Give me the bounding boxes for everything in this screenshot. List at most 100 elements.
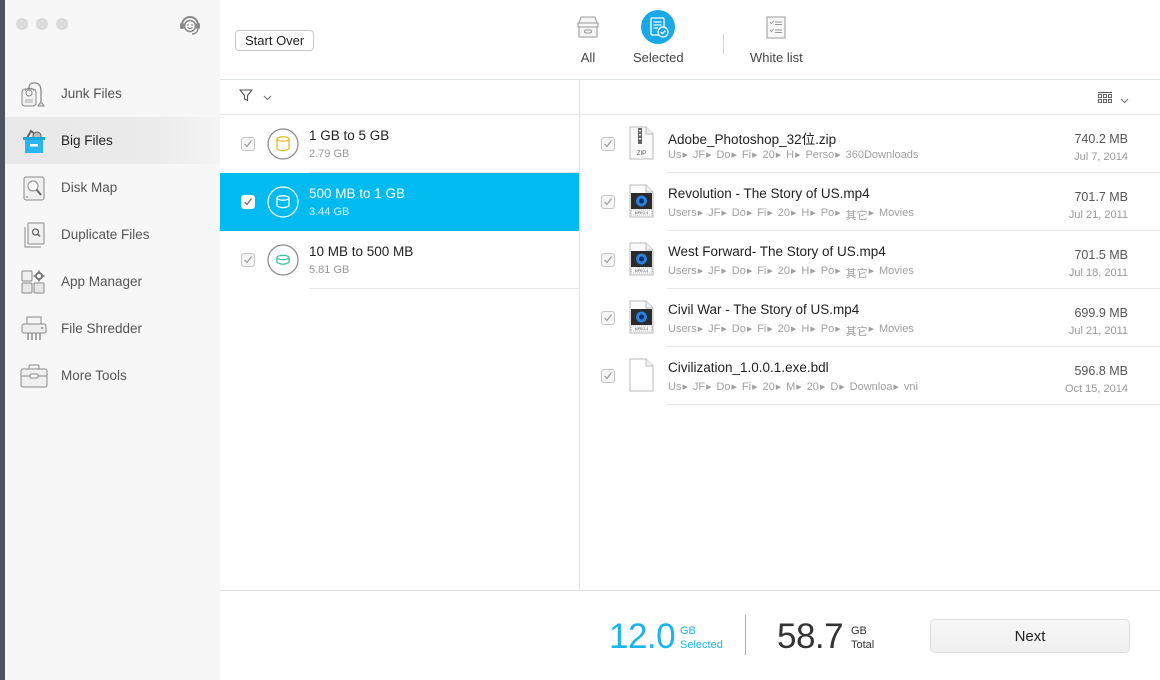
next-button[interactable]: Next	[930, 619, 1130, 653]
sidebar-item-big-files[interactable]: Big Files	[5, 117, 220, 164]
category-checkbox[interactable]	[241, 137, 255, 151]
path-arrow-icon: ▶	[839, 384, 845, 391]
file-name: West Forward- The Story of US.mp4	[668, 244, 886, 259]
path-segment: 360Downloads	[845, 149, 919, 161]
path-arrow-icon: ▶	[796, 384, 802, 391]
tab-label: All	[580, 50, 596, 65]
file-row[interactable]: Civilization_1.0.0.1.exe.bdl Us ▶ JF ▶ Do ▶ Fi ▶…	[581, 347, 1160, 405]
path-arrow-icon: ▶	[752, 384, 758, 391]
file-row[interactable]: MPEG-4 West Forward- The Story of US.mp4 U…	[581, 231, 1160, 289]
support-headset-icon[interactable]	[177, 12, 203, 38]
disk-map-icon	[19, 173, 49, 203]
path-segment: Us	[668, 381, 682, 393]
file-checkbox[interactable]	[601, 253, 615, 267]
sidebar-item-more-tools[interactable]: More Tools	[5, 352, 220, 399]
tab-label: White list	[750, 50, 803, 65]
path-arrow-icon: ▶	[767, 210, 773, 217]
category-checkbox[interactable]	[241, 195, 255, 209]
generic-file-icon	[627, 358, 655, 392]
footer-summary: 12.0 GB Selected 58.7 GB Total Next	[220, 590, 1160, 680]
category-row-500mb-1gb[interactable]: 500 MB to 1 GB 3.44 GB	[220, 173, 579, 231]
filter-icon[interactable]	[238, 88, 254, 107]
path-segment: Users	[668, 265, 697, 277]
sidebar-item-file-shredder[interactable]: File Shredder	[5, 305, 220, 352]
path-arrow-icon: ▶	[868, 326, 874, 333]
file-path-breadcrumb: Us ▶ JF ▶ Do ▶ Fi ▶ 20 ▶ H ▶ Perso ▶ 360Downloads	[668, 149, 923, 162]
sidebar-item-label: Duplicate Files	[61, 227, 150, 242]
app-manager-icon	[19, 267, 49, 297]
category-row-1gb-5gb[interactable]: 1 GB to 5 GB 2.79 GB	[220, 115, 579, 173]
svg-text:ZIP: ZIP	[637, 151, 646, 157]
file-checkbox[interactable]	[601, 369, 615, 383]
file-checkbox[interactable]	[601, 195, 615, 209]
sidebar-item-disk-map[interactable]: Disk Map	[5, 164, 220, 211]
file-list-toolbar	[581, 80, 1160, 115]
path-segment: Po	[820, 207, 835, 219]
path-segment: Fi	[741, 381, 752, 393]
chevron-down-icon[interactable]	[263, 88, 272, 106]
path-arrow-icon: ▶	[775, 384, 782, 391]
path-segment: 20	[777, 323, 791, 335]
tab-white-list[interactable]: White list	[750, 10, 803, 65]
file-list-pane: ZIP Adobe_Photoshop_32位.zip Us ▶ JF ▶ Do ▶ Fi ▶ 20…	[581, 80, 1160, 590]
svg-text:MPEG-4: MPEG-4	[635, 211, 648, 215]
category-name: 1 GB to 5 GB	[309, 128, 390, 143]
file-row[interactable]: MPEG-4 Revolution - The Story of US.mp4 Us…	[581, 173, 1160, 231]
category-checkbox[interactable]	[241, 253, 255, 267]
path-segment: Do	[716, 381, 731, 393]
path-arrow-icon: ▶	[810, 326, 816, 333]
sidebar: Junk Files Big Files Disk Map Duplicate …	[5, 0, 220, 680]
category-row-10mb-500mb[interactable]: 10 MB to 500 MB 5.81 GB	[220, 231, 579, 289]
file-row[interactable]: ZIP Adobe_Photoshop_32位.zip Us ▶ JF ▶ Do ▶ Fi ▶ 20…	[581, 115, 1160, 173]
view-mode-toggle[interactable]	[1098, 91, 1129, 109]
selected-list-icon	[641, 10, 676, 44]
path-segment: Fi	[757, 323, 767, 335]
duplicate-files-icon	[19, 220, 49, 250]
tab-selected[interactable]: Selected	[633, 10, 684, 65]
file-path-breadcrumb: Us ▶ JF ▶ Do ▶ Fi ▶ 20 ▶ M ▶ 20 ▶ D ▶ Downloa ▶ vni	[668, 381, 923, 394]
sidebar-item-label: File Shredder	[61, 321, 143, 336]
path-segment: Fi	[757, 207, 767, 219]
path-segment: Fi	[757, 265, 767, 277]
selected-size-unit: GB Selected	[680, 624, 723, 652]
minimize-window-button[interactable]	[36, 18, 48, 30]
close-window-button[interactable]	[16, 18, 28, 30]
selected-label: Selected	[680, 639, 723, 651]
file-date: Jul 7, 2014	[1074, 151, 1128, 163]
row-divider	[309, 288, 579, 289]
selected-size-value: 12.0	[609, 617, 676, 656]
file-checkbox[interactable]	[601, 311, 615, 325]
category-size: 2.79 GB	[309, 148, 350, 160]
mpeg4-video-file-icon: MPEG-4	[627, 184, 655, 218]
window-controls	[16, 18, 68, 30]
file-list: ZIP Adobe_Photoshop_32位.zip Us ▶ JF ▶ Do ▶ Fi ▶ 20…	[581, 115, 1160, 405]
sidebar-item-junk-files[interactable]: Junk Files	[5, 70, 220, 117]
path-arrow-icon: ▶	[767, 268, 773, 275]
sidebar-item-app-manager[interactable]: App Manager	[5, 258, 220, 305]
sidebar-item-duplicate-files[interactable]: Duplicate Files	[5, 211, 220, 258]
tab-all[interactable]: All	[571, 10, 605, 65]
path-segment: 20	[777, 265, 791, 277]
filter-toolbar	[220, 80, 579, 115]
category-name: 10 MB to 500 MB	[309, 244, 414, 259]
file-checkbox[interactable]	[601, 137, 615, 151]
file-size: 699.9 MB	[1074, 306, 1128, 320]
path-arrow-icon: ▶	[731, 152, 737, 159]
file-size: 596.8 MB	[1074, 364, 1128, 378]
path-arrow-icon: ▶	[795, 152, 801, 159]
file-path-breadcrumb: Users ▶ JF ▶ Do ▶ Fi ▶ 20 ▶ H ▶ Po ▶ 其它 ▶ Movies	[668, 265, 919, 281]
path-segment: Movies	[879, 207, 914, 219]
path-segment: Us	[668, 149, 682, 161]
file-path-breadcrumb: Users ▶ JF ▶ Do ▶ Fi ▶ 20 ▶ H ▶ Po ▶ 其它 ▶ Movies	[668, 207, 919, 223]
path-segment: Movies	[879, 323, 914, 335]
path-segment: JF	[708, 265, 721, 277]
svg-text:MPEG-4: MPEG-4	[635, 327, 648, 331]
big-files-box-icon	[19, 126, 49, 156]
total-size-unit: GB Total	[851, 624, 874, 652]
zoom-window-button[interactable]	[56, 18, 68, 30]
file-name: Revolution - The Story of US.mp4	[668, 186, 870, 201]
file-name: Civil War - The Story of US.mp4	[668, 302, 860, 317]
file-row[interactable]: MPEG-4 Civil War - The Story of US.mp4 Use…	[581, 289, 1160, 347]
path-segment: H	[801, 323, 810, 335]
path-arrow-icon: ▶	[721, 210, 727, 217]
